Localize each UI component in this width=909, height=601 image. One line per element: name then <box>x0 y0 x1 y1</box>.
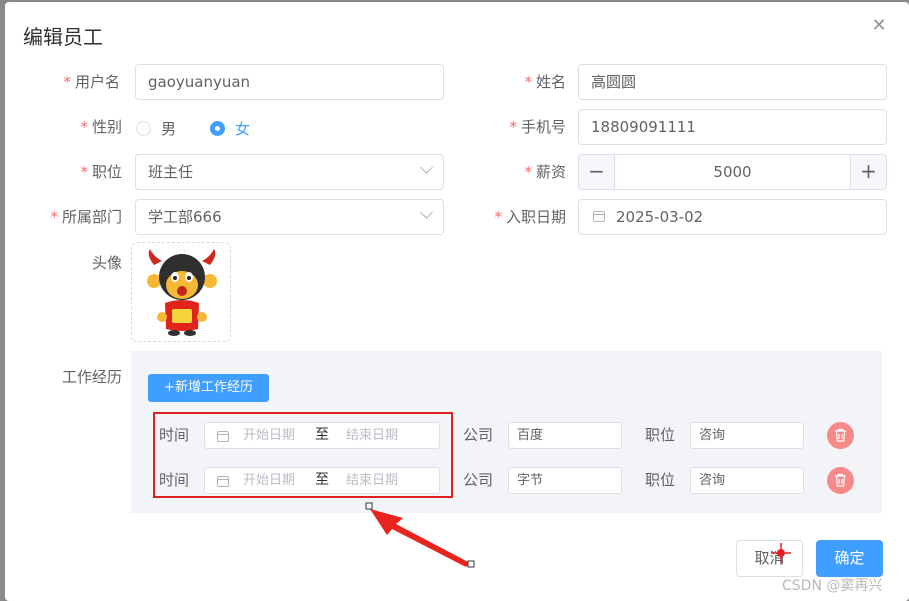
confirm-button[interactable]: 确定 <box>816 540 883 577</box>
watermark: CSDN @窦再兴 <box>782 578 883 594</box>
cursor-marker-icon <box>771 543 791 563</box>
